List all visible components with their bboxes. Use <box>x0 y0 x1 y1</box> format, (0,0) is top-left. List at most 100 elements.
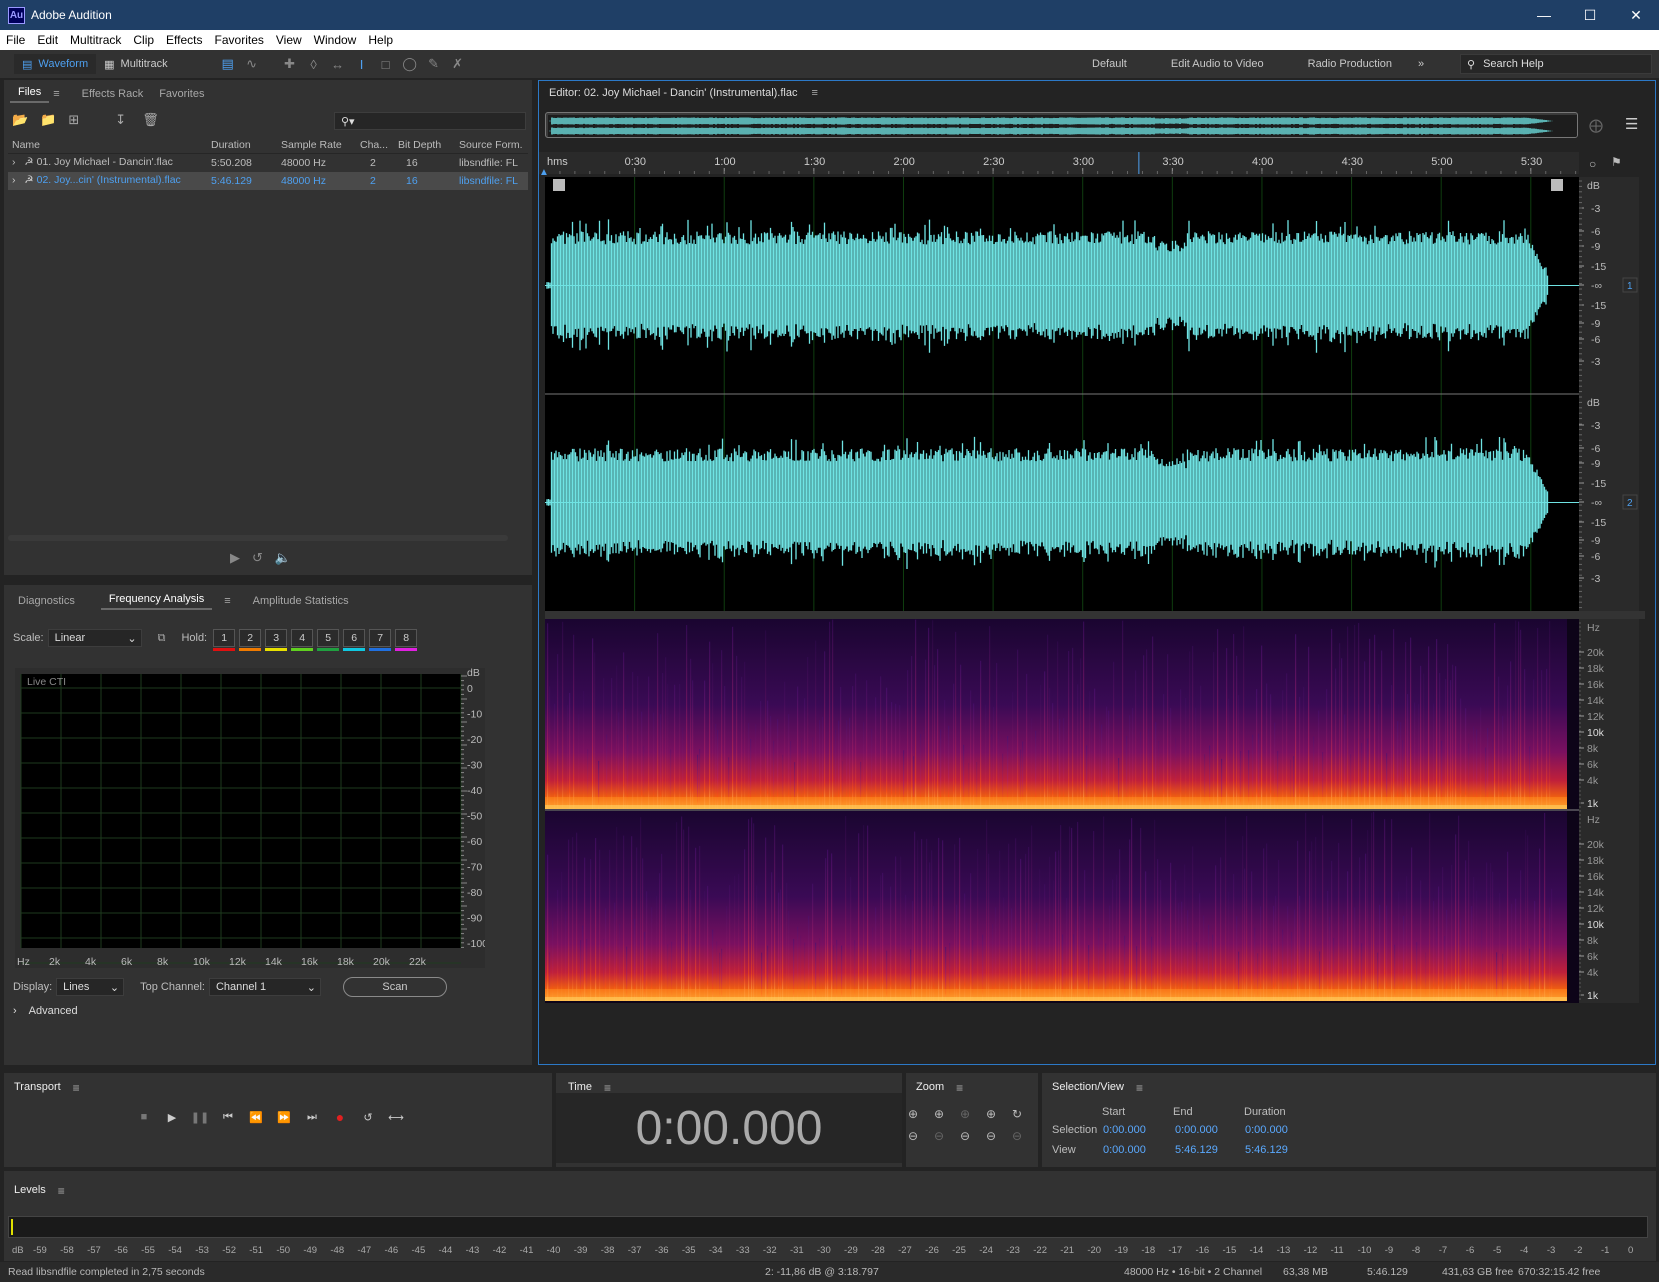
levels-menu-icon[interactable]: ≡ <box>58 1184 65 1198</box>
file-row-selected[interactable]: › ☭ 02. Joy...cin' (Instrumental).flac 5… <box>8 172 528 190</box>
hold-button-7[interactable]: 7 <box>369 629 392 651</box>
preview-autoplay-icon[interactable]: 🔈 <box>275 550 291 566</box>
copy-graph-icon[interactable]: ⧉ <box>158 632 166 645</box>
marker-icon[interactable]: ⚑ <box>1611 155 1622 169</box>
menu-window[interactable]: Window <box>308 33 363 47</box>
transport-menu-icon[interactable]: ≡ <box>73 1081 80 1095</box>
tab-effects-rack[interactable]: Effects Rack <box>74 88 152 100</box>
insert-multitrack-icon[interactable]: ↧ <box>115 112 126 128</box>
delete-icon[interactable]: 🗑 <box>142 112 159 128</box>
view-end[interactable]: 5:46.129 <box>1175 1144 1218 1156</box>
zoom-in-amplitude-icon[interactable]: ⊕ <box>908 1107 934 1121</box>
open-file-icon[interactable]: 📂 <box>12 112 28 128</box>
hold-button-1[interactable]: 1 <box>213 629 236 651</box>
overview-navigator[interactable] <box>545 112 1578 138</box>
fade-out-handle-icon[interactable] <box>1551 179 1563 191</box>
skip-to-start-icon[interactable]: ⏮ <box>214 1107 242 1127</box>
menu-favorites[interactable]: Favorites <box>209 33 270 47</box>
loop-playback-icon[interactable]: ↺ <box>354 1107 382 1127</box>
advanced-expand-icon[interactable]: › <box>13 1005 17 1017</box>
zoom-to-selection-icon[interactable]: ⨁ <box>1589 117 1603 134</box>
import-file-icon[interactable]: 📁 <box>40 112 56 128</box>
headphones-icon[interactable]: ○ <box>1589 157 1596 171</box>
minimize-icon[interactable]: — <box>1521 0 1567 30</box>
view-duration[interactable]: 5:46.129 <box>1245 1144 1288 1156</box>
zoom-out-amplitude-icon[interactable]: ⊖ <box>908 1129 934 1143</box>
move-tool-icon[interactable]: ✚ <box>280 55 300 73</box>
tab-files[interactable]: Files <box>10 86 50 103</box>
record-icon[interactable]: ● <box>326 1107 354 1127</box>
tab-favorites[interactable]: Favorites <box>151 88 212 100</box>
overview-menu-icon[interactable]: ☰ <box>1625 115 1638 133</box>
hold-button-4[interactable]: 4 <box>291 629 314 651</box>
search-help-input[interactable]: ⚲ Search Help <box>1460 54 1652 74</box>
selection-duration[interactable]: 0:00.000 <box>1245 1124 1288 1136</box>
zoom-in-selection-icon[interactable]: ⊕ <box>986 1107 1012 1121</box>
menu-help[interactable]: Help <box>362 33 399 47</box>
workspace-radio-production[interactable]: Radio Production <box>1286 58 1414 70</box>
zoom-multiple-icon[interactable]: ⊖ <box>1012 1129 1038 1143</box>
menu-clip[interactable]: Clip <box>127 33 160 47</box>
new-file-icon[interactable]: ⊞ <box>68 112 79 128</box>
brush-tool-icon[interactable]: ✎ <box>424 55 444 73</box>
menu-multitrack[interactable]: Multitrack <box>64 33 127 47</box>
time-selection-tool-icon[interactable]: I <box>352 55 372 73</box>
selection-view-menu-icon[interactable]: ≡ <box>1136 1081 1143 1095</box>
menu-view[interactable]: View <box>270 33 308 47</box>
close-icon[interactable]: ✕ <box>1613 0 1659 30</box>
scale-select[interactable]: Linear ⌄ <box>47 629 142 647</box>
preview-loop-icon[interactable]: ↺ <box>252 550 263 566</box>
selection-end[interactable]: 0:00.000 <box>1175 1124 1218 1136</box>
advanced-toggle[interactable]: Advanced <box>29 1005 78 1017</box>
col-source-format[interactable]: Source Form... <box>459 139 523 151</box>
spectral-pitch-icon[interactable]: ∿ <box>242 55 262 73</box>
marquee-tool-icon[interactable]: □ <box>376 55 396 73</box>
col-bit-depth[interactable]: Bit Depth <box>398 139 459 151</box>
workspace-edit-audio-to-video[interactable]: Edit Audio to Video <box>1149 58 1286 70</box>
tab-amplitude-statistics[interactable]: Amplitude Statistics <box>245 595 357 607</box>
hold-button-5[interactable]: 5 <box>317 629 340 651</box>
files-search-input[interactable]: ⚲▾ <box>334 112 526 130</box>
maximize-icon[interactable]: ☐ <box>1567 0 1613 30</box>
files-panel-menu-icon[interactable]: ≡ <box>45 88 67 100</box>
hold-button-8[interactable]: 8 <box>395 629 418 651</box>
menu-file[interactable]: File <box>0 33 31 47</box>
spectral-display[interactable] <box>545 619 1579 1003</box>
rewind-icon[interactable]: ⏪ <box>242 1107 270 1127</box>
menu-edit[interactable]: Edit <box>31 33 64 47</box>
spectral-split-handle[interactable] <box>545 611 1645 619</box>
spectral-frequency-icon[interactable]: ▤ <box>218 55 238 73</box>
expand-icon[interactable]: › <box>12 156 16 168</box>
editor-menu-icon[interactable]: ≡ <box>811 87 817 99</box>
file-row[interactable]: › ☭ 01. Joy Michael - Dancin'.flac 5:50.… <box>8 154 528 172</box>
zoom-menu-icon[interactable]: ≡ <box>956 1081 963 1095</box>
play-icon[interactable]: ▶ <box>158 1107 186 1127</box>
preview-play-icon[interactable]: ▶ <box>230 550 240 566</box>
fast-forward-icon[interactable]: ⏩ <box>270 1107 298 1127</box>
spot-healing-icon[interactable]: ✗ <box>448 55 468 73</box>
time-display[interactable]: 0:00.000 <box>556 1093 902 1163</box>
zoom-out-time-icon[interactable]: ⊖ <box>934 1129 960 1143</box>
tab-diagnostics[interactable]: Diagnostics <box>10 595 83 607</box>
col-duration[interactable]: Duration <box>211 139 281 151</box>
analysis-panel-menu-icon[interactable]: ≡ <box>216 595 238 607</box>
fade-in-handle-icon[interactable] <box>553 179 565 191</box>
workspace-default[interactable]: Default <box>1070 58 1149 70</box>
zoom-reset-icon[interactable]: ↻ <box>1012 1107 1038 1121</box>
waveform-view-button[interactable]: ▤ Waveform <box>14 54 97 74</box>
zoom-in-point-icon[interactable]: ⊕ <box>960 1107 986 1121</box>
col-name[interactable]: Name <box>8 139 211 151</box>
expand-icon[interactable]: › <box>12 174 16 186</box>
skip-to-end-icon[interactable]: ⏭ <box>298 1107 326 1127</box>
col-channels[interactable]: Cha... <box>360 139 398 151</box>
editor-title[interactable]: Editor: 02. Joy Michael - Dancin' (Instr… <box>549 87 797 99</box>
razor-tool-icon[interactable]: ◊ <box>304 55 324 73</box>
menu-effects[interactable]: Effects <box>160 33 208 47</box>
hold-button-2[interactable]: 2 <box>239 629 262 651</box>
selection-start[interactable]: 0:00.000 <box>1103 1124 1146 1136</box>
scan-button[interactable]: Scan <box>342 977 447 997</box>
zoom-out-all-icon[interactable]: ⊖ <box>986 1129 1012 1143</box>
tab-frequency-analysis[interactable]: Frequency Analysis <box>100 593 213 610</box>
skip-selection-icon[interactable]: ⟷ <box>382 1107 410 1127</box>
timeline-ruler[interactable]: hms 0:30 1:00 1:30 2:00 2:30 3:00 3:30 4:00 4:30 5… <box>539 152 1579 174</box>
